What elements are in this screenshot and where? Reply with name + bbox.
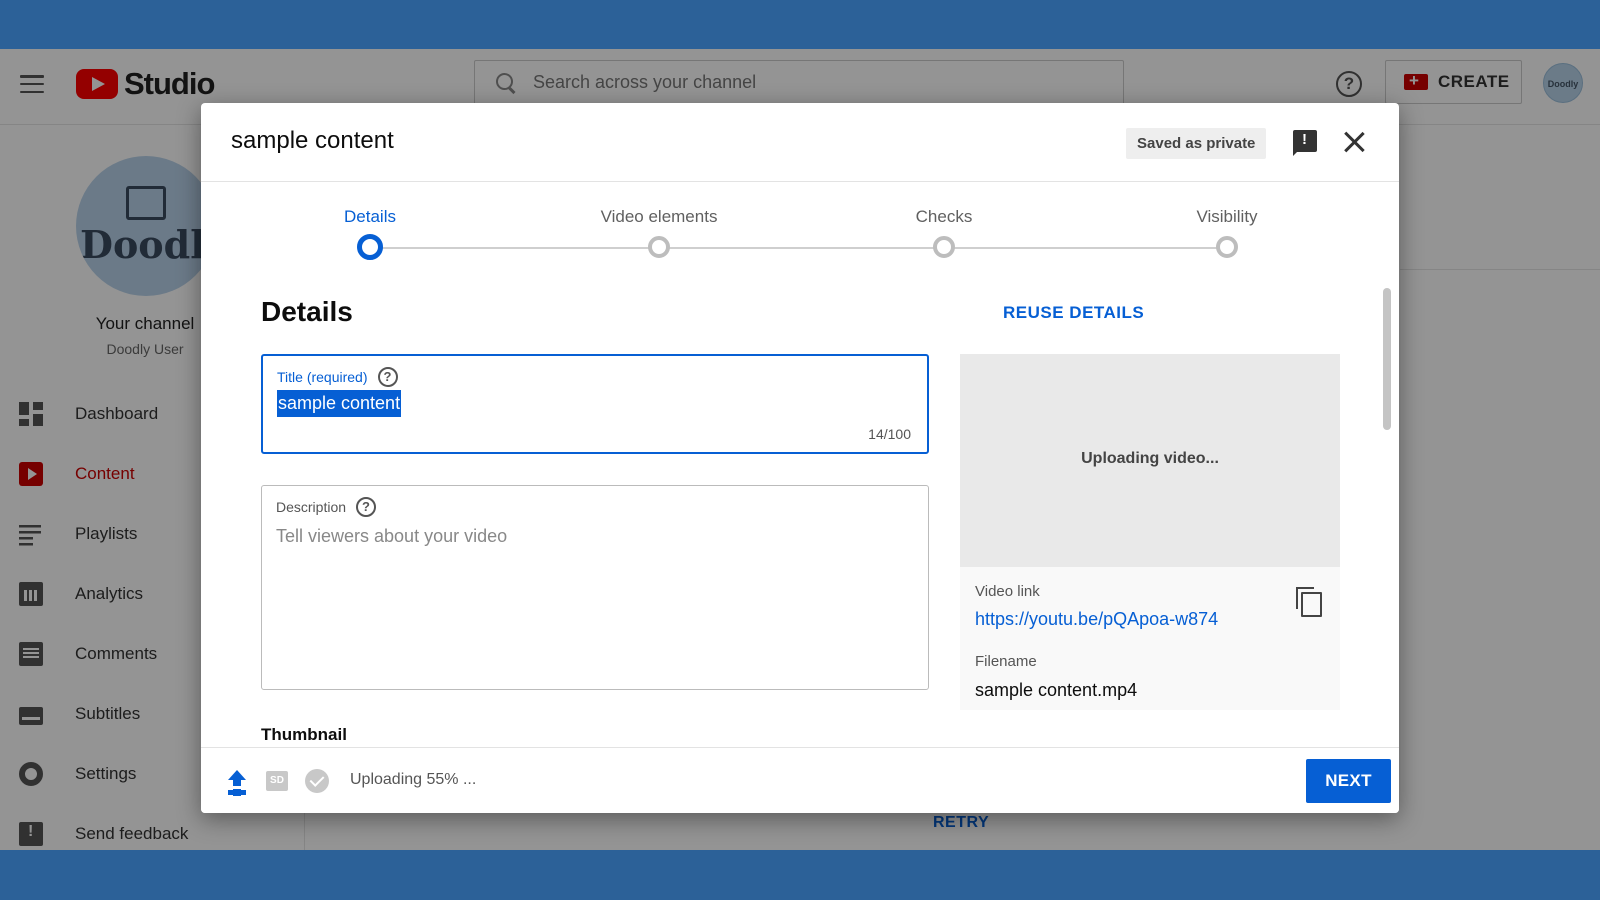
feedback-icon[interactable] xyxy=(1293,130,1317,156)
title-input[interactable]: sample content xyxy=(277,390,402,417)
description-input[interactable]: Tell viewers about your video xyxy=(276,526,507,547)
saved-status-badge: Saved as private xyxy=(1126,128,1267,159)
section-title: Details xyxy=(261,296,353,327)
stepper-line xyxy=(372,247,1227,249)
step-indicator xyxy=(357,234,383,260)
top-frame-band xyxy=(0,0,1600,49)
filename-label: Filename xyxy=(975,653,1037,670)
dialog-header: sample content Saved as private xyxy=(201,103,1399,182)
step-label: Video elements xyxy=(600,207,718,226)
reuse-details-button[interactable]: REUSE DETAILS xyxy=(1003,303,1144,323)
description-field-label-row: Description ? xyxy=(276,497,377,517)
close-icon[interactable] xyxy=(1343,131,1365,153)
upload-icon xyxy=(227,770,247,792)
step-checks[interactable]: Checks xyxy=(844,183,1044,258)
bottom-frame-band xyxy=(0,850,1600,900)
title-field-label-row: Title (required) ? xyxy=(277,367,398,387)
step-label: Visibility xyxy=(1196,207,1258,226)
step-video-elements[interactable]: Video elements xyxy=(559,183,759,258)
dialog-title: sample content xyxy=(231,127,394,154)
description-field[interactable]: Description ? Tell viewers about your vi… xyxy=(261,485,929,690)
filename-value: sample content.mp4 xyxy=(975,680,1138,700)
preview-status: Uploading video... xyxy=(1081,450,1219,467)
checks-complete-icon xyxy=(305,769,329,793)
copy-icon[interactable] xyxy=(1296,587,1322,617)
upload-dialog: sample content Saved as private Details … xyxy=(201,103,1399,813)
step-details[interactable]: Details xyxy=(270,183,470,260)
thumbnail-heading: Thumbnail xyxy=(261,725,347,744)
next-button[interactable]: NEXT xyxy=(1306,759,1391,803)
upload-stepper: Details Video elements Checks Visibility xyxy=(201,183,1399,263)
step-visibility[interactable]: Visibility xyxy=(1127,183,1327,258)
dialog-footer: SD Uploading 55% ... NEXT xyxy=(201,747,1399,813)
video-info-panel: Video link https://youtu.be/pQApoa-w874 … xyxy=(960,567,1340,710)
upload-status-text: Uploading 55% ... xyxy=(350,771,477,788)
help-icon[interactable]: ? xyxy=(356,497,377,517)
video-link[interactable]: https://youtu.be/pQApoa-w874 xyxy=(975,609,1218,630)
step-indicator xyxy=(1216,236,1238,258)
step-indicator xyxy=(648,236,670,258)
title-field-label: Title (required) xyxy=(277,369,368,385)
description-field-label: Description xyxy=(276,499,347,515)
dialog-scrollbar[interactable] xyxy=(1383,288,1391,430)
sd-processing-icon: SD xyxy=(266,771,288,791)
video-preview: Uploading video... xyxy=(960,354,1340,567)
step-label: Details xyxy=(344,207,396,226)
help-icon[interactable]: ? xyxy=(377,367,398,387)
video-link-label: Video link xyxy=(975,583,1040,600)
step-label: Checks xyxy=(915,207,973,226)
title-field[interactable]: Title (required) ? sample content 14/100 xyxy=(261,354,929,454)
step-indicator xyxy=(933,236,955,258)
title-character-count: 14/100 xyxy=(868,426,911,442)
